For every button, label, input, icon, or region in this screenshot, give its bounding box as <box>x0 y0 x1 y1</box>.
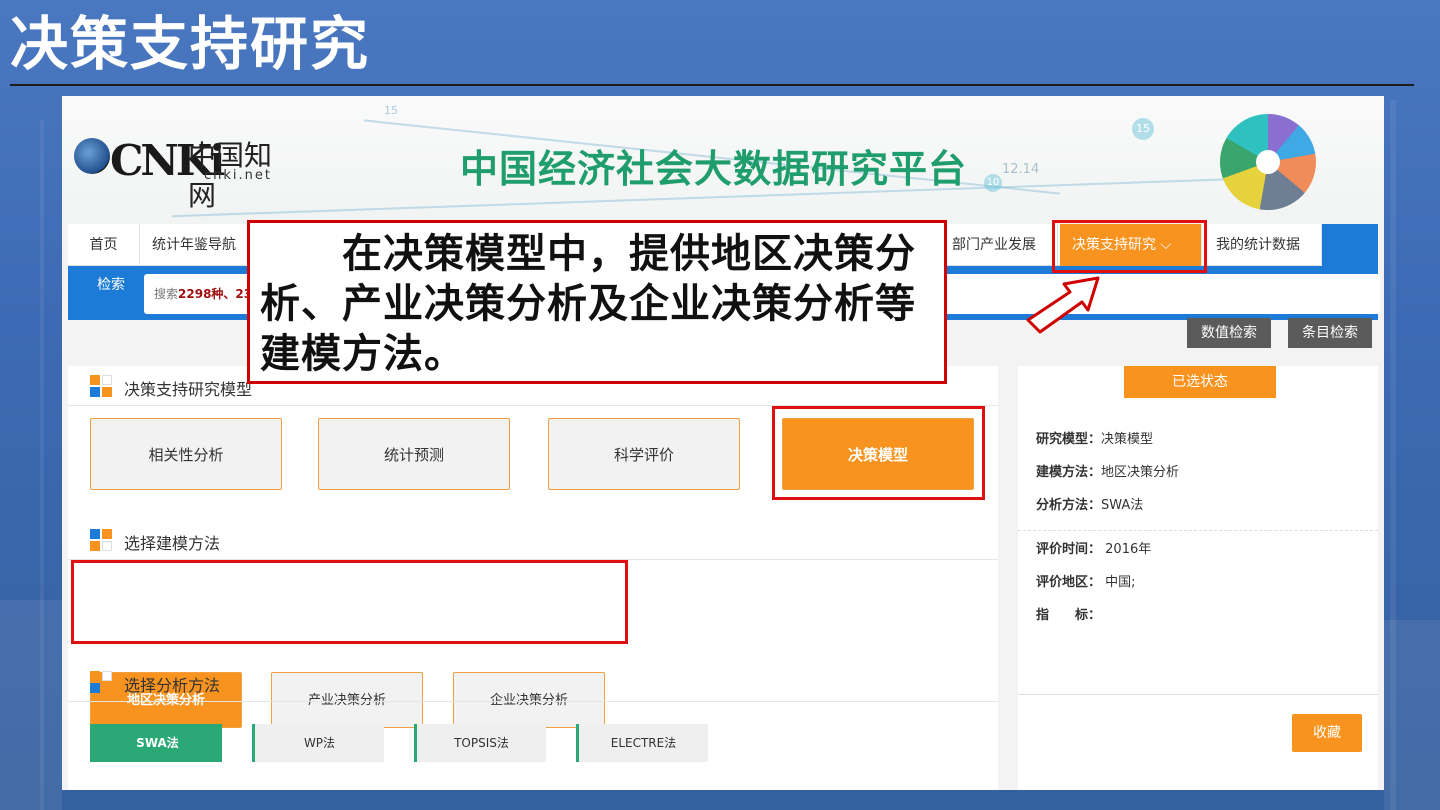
state-title: 已选状态 <box>1124 366 1276 398</box>
numeric-search-button[interactable]: 数值检索 <box>1187 318 1271 348</box>
cnki-logo[interactable]: CNKi 中国知网 cnki.net <box>70 132 290 212</box>
state-time: 评价时间： 2016年 <box>1036 538 1151 557</box>
analysis-option-selected[interactable]: SWA法 <box>90 724 222 762</box>
nav-item-industry[interactable]: 部门产业发展 ⌵ <box>940 224 1058 295</box>
model-option[interactable]: 相关性分析 <box>90 418 282 490</box>
arrow-icon <box>1026 276 1100 334</box>
nav-item-yearbook[interactable]: 统计年鉴导航 <box>140 224 260 266</box>
nav-item-label: 部门产业发展 <box>952 237 1036 253</box>
title-underline <box>10 84 1414 86</box>
state-label: 评价时间： <box>1036 542 1102 557</box>
state-indicator: 指 标： <box>1036 604 1101 623</box>
site-header: 15 15 10 12.14 CNKi 中国知网 cnki.net 中国经济社会… <box>62 96 1384 224</box>
selected-state-panel: 已选状态 研究模型：决策模型 建模方法：地区决策分析 分析方法：SWA法 评价时… <box>1018 366 1378 790</box>
state-model: 研究模型：决策模型 <box>1036 428 1153 447</box>
squares-icon <box>90 671 112 693</box>
globe-icon <box>74 138 110 174</box>
state-analysis: 分析方法：SWA法 <box>1036 494 1143 513</box>
squares-icon <box>90 375 112 397</box>
analysis-option[interactable]: TOPSIS法 <box>414 724 546 762</box>
nav-spacer <box>1322 224 1378 266</box>
cnki-screenshot: 15 15 10 12.14 CNKi 中国知网 cnki.net 中国经济社会… <box>62 96 1384 790</box>
model-option[interactable]: 科学评价 <box>548 418 740 490</box>
analysis-option[interactable]: WP法 <box>252 724 384 762</box>
divider <box>1018 694 1378 695</box>
section-title: 选择建模方法 <box>124 534 221 553</box>
callout-box: 在决策模型中，提供地区决策分析、产业决策分析及企业决策分析等建模方法。 <box>247 220 947 384</box>
state-region: 评价地区： 中国; <box>1036 571 1136 590</box>
search-count: 2298种、23 <box>178 287 253 301</box>
state-label: 研究模型： <box>1036 432 1102 447</box>
analysis-option[interactable]: ELECTRE法 <box>576 724 708 762</box>
favorite-button[interactable]: 收藏 <box>1292 714 1362 752</box>
section-title: 决策支持研究模型 <box>124 380 253 399</box>
state-value: 2016年 <box>1105 542 1152 557</box>
section-title: 选择分析方法 <box>124 676 221 695</box>
search-placeholder: 搜索 <box>154 287 179 301</box>
state-label: 评价地区： <box>1036 575 1102 590</box>
section-header-analysis: 选择分析方法 <box>68 662 998 702</box>
state-value: SWA法 <box>1101 498 1144 513</box>
state-label: 建模方法： <box>1036 465 1102 480</box>
squares-icon <box>90 529 112 551</box>
deco-dot: 15 <box>1132 118 1154 140</box>
rose-chart-icon <box>1220 114 1316 210</box>
highlight-nav-decision <box>1052 220 1207 273</box>
deco-dot: 15 <box>384 104 398 117</box>
highlight-method-options <box>71 560 628 644</box>
state-value: 决策模型 <box>1101 432 1154 447</box>
model-option[interactable]: 统计预测 <box>318 418 510 490</box>
state-method: 建模方法：地区决策分析 <box>1036 461 1179 480</box>
section-header-method: 选择建模方法 <box>68 520 998 560</box>
item-search-button[interactable]: 条目检索 <box>1288 318 1372 348</box>
state-label: 指 标： <box>1036 608 1102 623</box>
highlight-decision-model <box>772 406 985 500</box>
slide-title: 决策支持研究 <box>10 10 371 78</box>
state-value: 地区决策分析 <box>1101 465 1180 480</box>
deco-dot: 10 <box>984 174 1002 192</box>
platform-title: 中国经济社会大数据研究平台 <box>460 147 968 191</box>
state-value: 中国; <box>1105 575 1136 590</box>
nav-item-my-data[interactable]: 我的统计数据 <box>1204 224 1322 266</box>
search-button[interactable]: 检索 <box>80 270 142 300</box>
divider <box>1018 530 1378 531</box>
state-label: 分析方法： <box>1036 498 1102 513</box>
nav-item-home[interactable]: 首页 <box>68 224 140 266</box>
logo-domain: cnki.net <box>204 168 272 183</box>
deco-number: 12.14 <box>1002 162 1040 177</box>
